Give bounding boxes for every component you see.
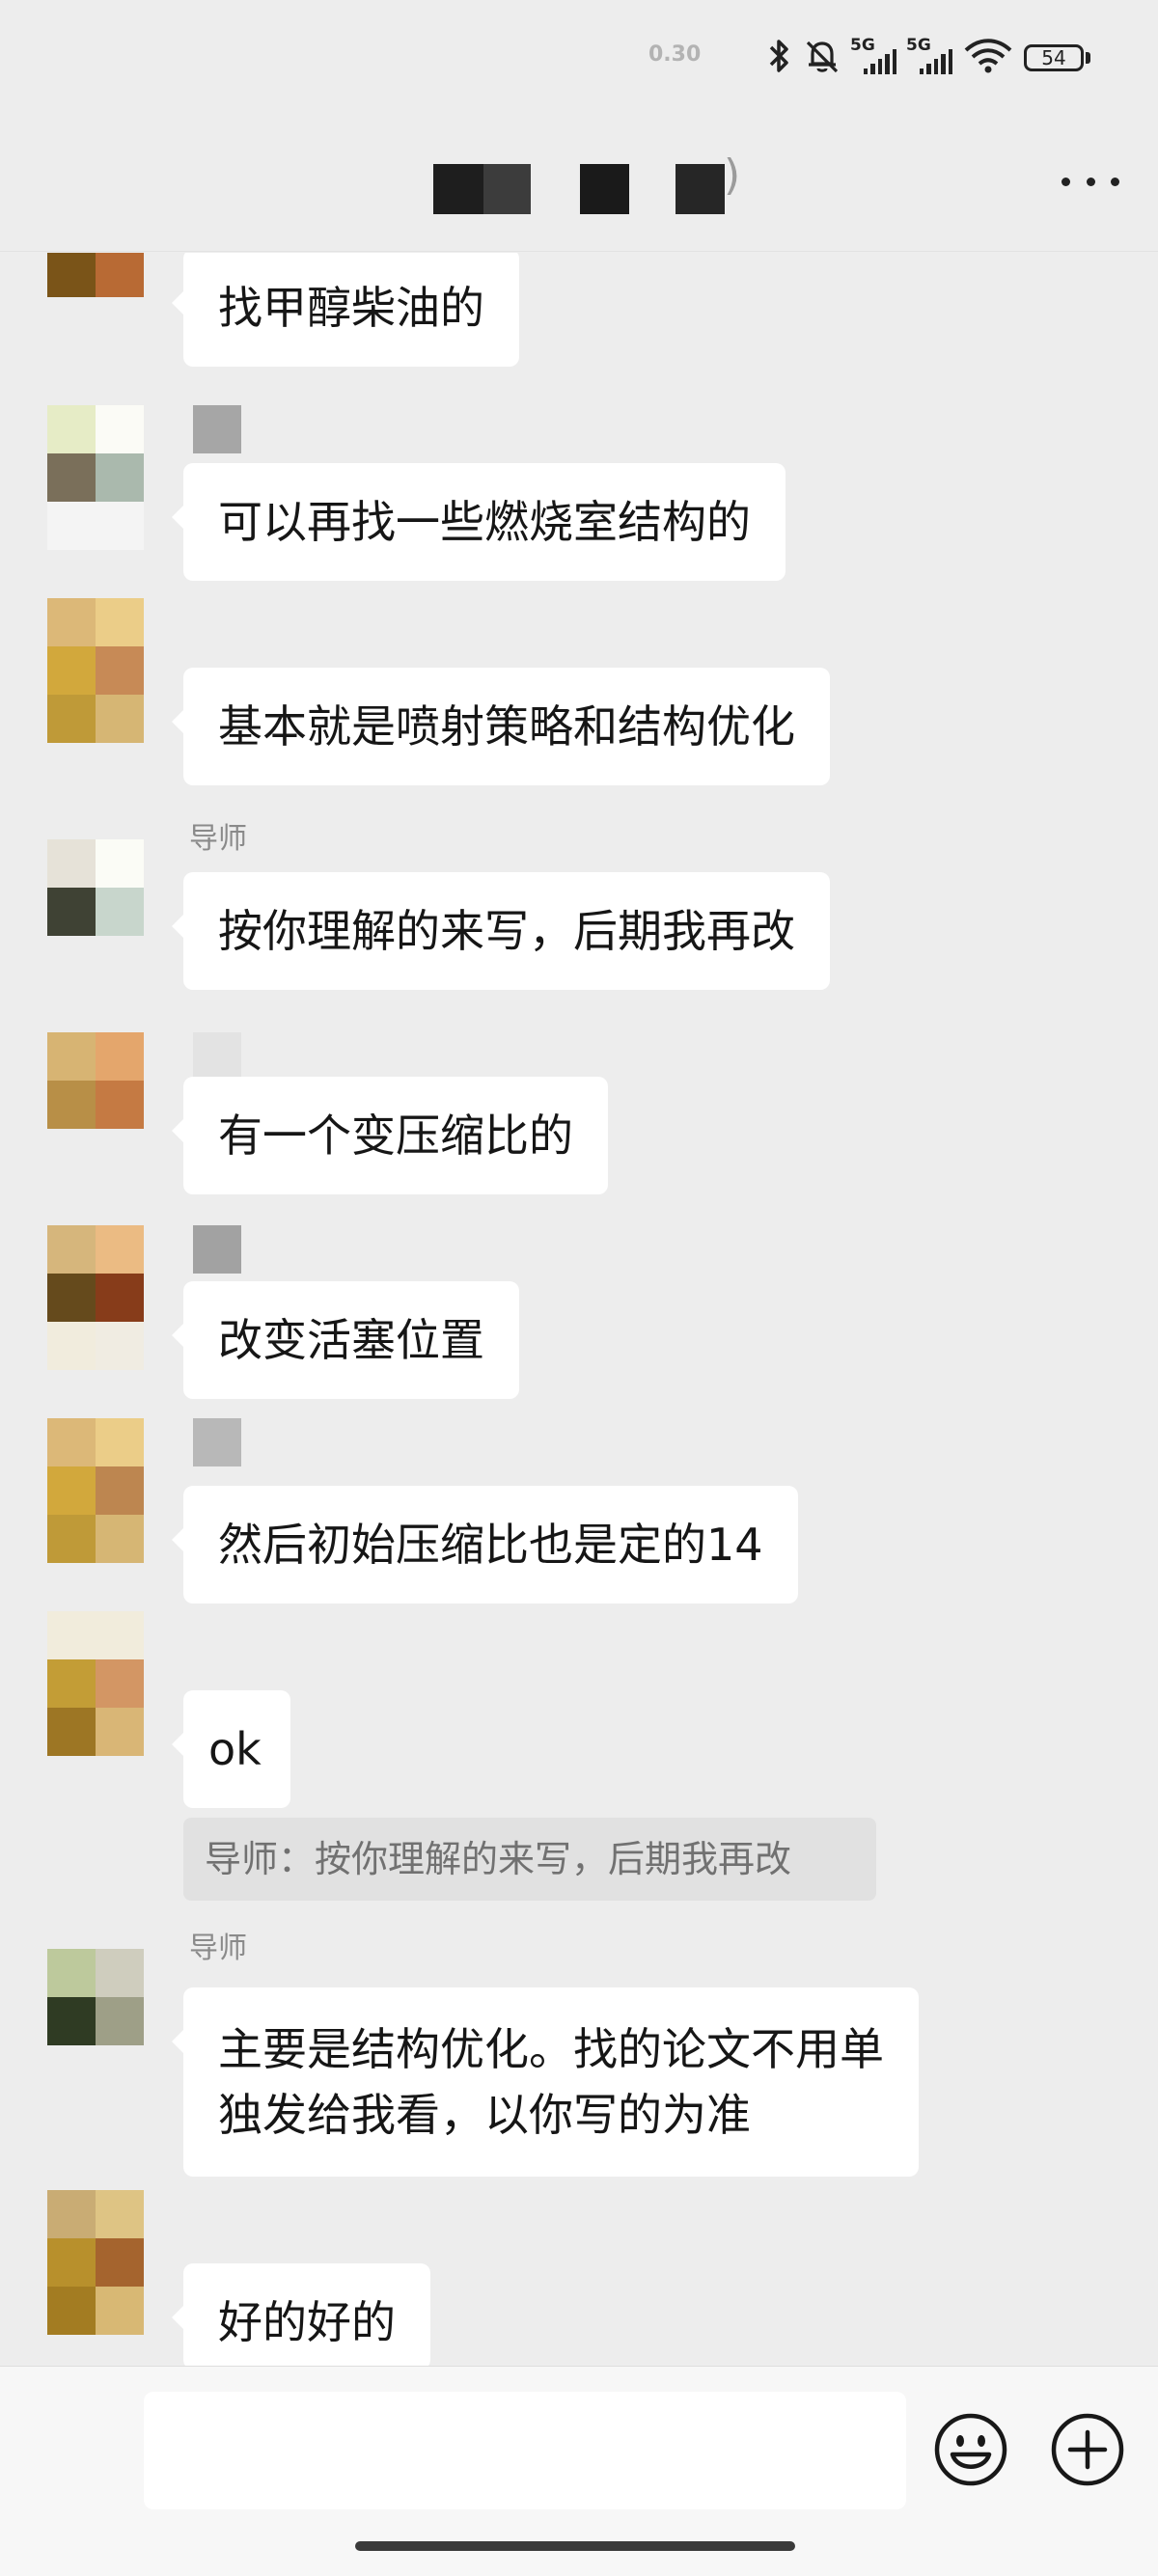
plus-circle-icon [1049,2413,1126,2492]
message-text-line-1: 主要是结构优化。找的论文不用单 [218,2023,884,2075]
message-text: 找甲醇柴油的 [218,282,484,334]
avatar[interactable] [47,1225,144,1370]
bluetooth-icon [765,37,794,79]
message-text: 然后初始压缩比也是定的14 [218,1519,763,1571]
mute-bell-icon [804,37,841,79]
message-text: 好的好的 [218,2296,396,2348]
sender-name-redacted [193,1225,241,1274]
signal-2-label: 5G [906,36,931,55]
message-bubble[interactable]: 改变活塞位置 [172,1281,519,1399]
message-bubble[interactable]: 有一个变压缩比的 [172,1077,608,1194]
message-text: 有一个变压缩比的 [218,1110,573,1162]
message-input[interactable] [144,2392,906,2509]
avatar[interactable] [47,2190,144,2335]
message-bubble[interactable]: 按你理解的来写，后期我再改 [172,872,830,990]
avatar[interactable] [47,598,144,743]
sender-name: 导师 [189,822,247,856]
message-text-line-2: 独发给我看，以你写的为准 [218,2089,751,2141]
avatar[interactable] [47,405,144,550]
sender-name-redacted [193,1032,241,1081]
avatar[interactable] [47,1418,144,1563]
sender-name-redacted [193,1418,241,1466]
signal-1-label: 5G [850,36,875,55]
message-bubble[interactable]: ok [172,1690,290,1808]
emoji-smile-icon [932,2413,1009,2492]
home-indicator[interactable] [355,2541,795,2551]
sender-name: 导师 [189,1932,247,1965]
title-paren-glyph: ) [724,151,741,200]
message-bubble[interactable]: 找甲醇柴油的 [172,253,519,367]
network-speed: 0.30 [648,42,702,67]
chat-screen: 0.30 5G 5G 54) 找甲醇柴油的 可以再找一些燃烧室结构的 基本就是… [0,0,1158,2576]
message-text: 基本就是喷射策略和结构优化 [218,700,795,753]
sender-name-redacted [193,405,241,453]
message-text: 按你理解的来写，后期我再改 [218,905,795,957]
avatar[interactable] [47,1611,144,1756]
signal-icon: 5G [906,36,953,74]
quoted-message-text: 导师：按你理解的来写，后期我再改 [205,1838,792,1880]
message-text: 改变活塞位置 [218,1314,484,1366]
avatar[interactable] [47,1032,144,1129]
message-text: ok [208,1723,262,1775]
battery-icon: 54 [1024,44,1090,71]
status-bar: 0.30 5G 5G 54 [0,0,1158,116]
wifi-icon [962,37,1014,79]
message-bubble[interactable]: 然后初始压缩比也是定的14 [172,1486,798,1603]
signal-icon: 5G [850,36,897,74]
message-list[interactable]: 找甲醇柴油的 可以再找一些燃烧室结构的 基本就是喷射策略和结构优化 导师 按你理… [0,253,1158,2366]
avatar[interactable] [47,1949,144,2045]
chat-title-bar [0,116,1158,252]
avatar[interactable] [47,839,144,936]
battery-level: 54 [1024,44,1084,71]
message-bubble[interactable]: 好的好的 [172,2263,430,2366]
more-functions-button[interactable] [1049,2411,1126,2488]
message-bubble[interactable]: 可以再找一些燃烧室结构的 [172,463,786,581]
quoted-message[interactable]: 导师：按你理解的来写，后期我再改 [183,1818,876,1901]
message-bubble[interactable]: 基本就是喷射策略和结构优化 [172,668,830,785]
message-text: 可以再找一些燃烧室结构的 [218,496,751,548]
avatar[interactable] [47,253,144,297]
emoji-button[interactable] [932,2411,1009,2488]
more-options-button[interactable] [1062,162,1119,201]
status-icons: 5G 5G 54 [765,36,1090,79]
message-bubble[interactable]: 主要是结构优化。找的论文不用单 独发给我看，以你写的为准 [172,1987,919,2177]
